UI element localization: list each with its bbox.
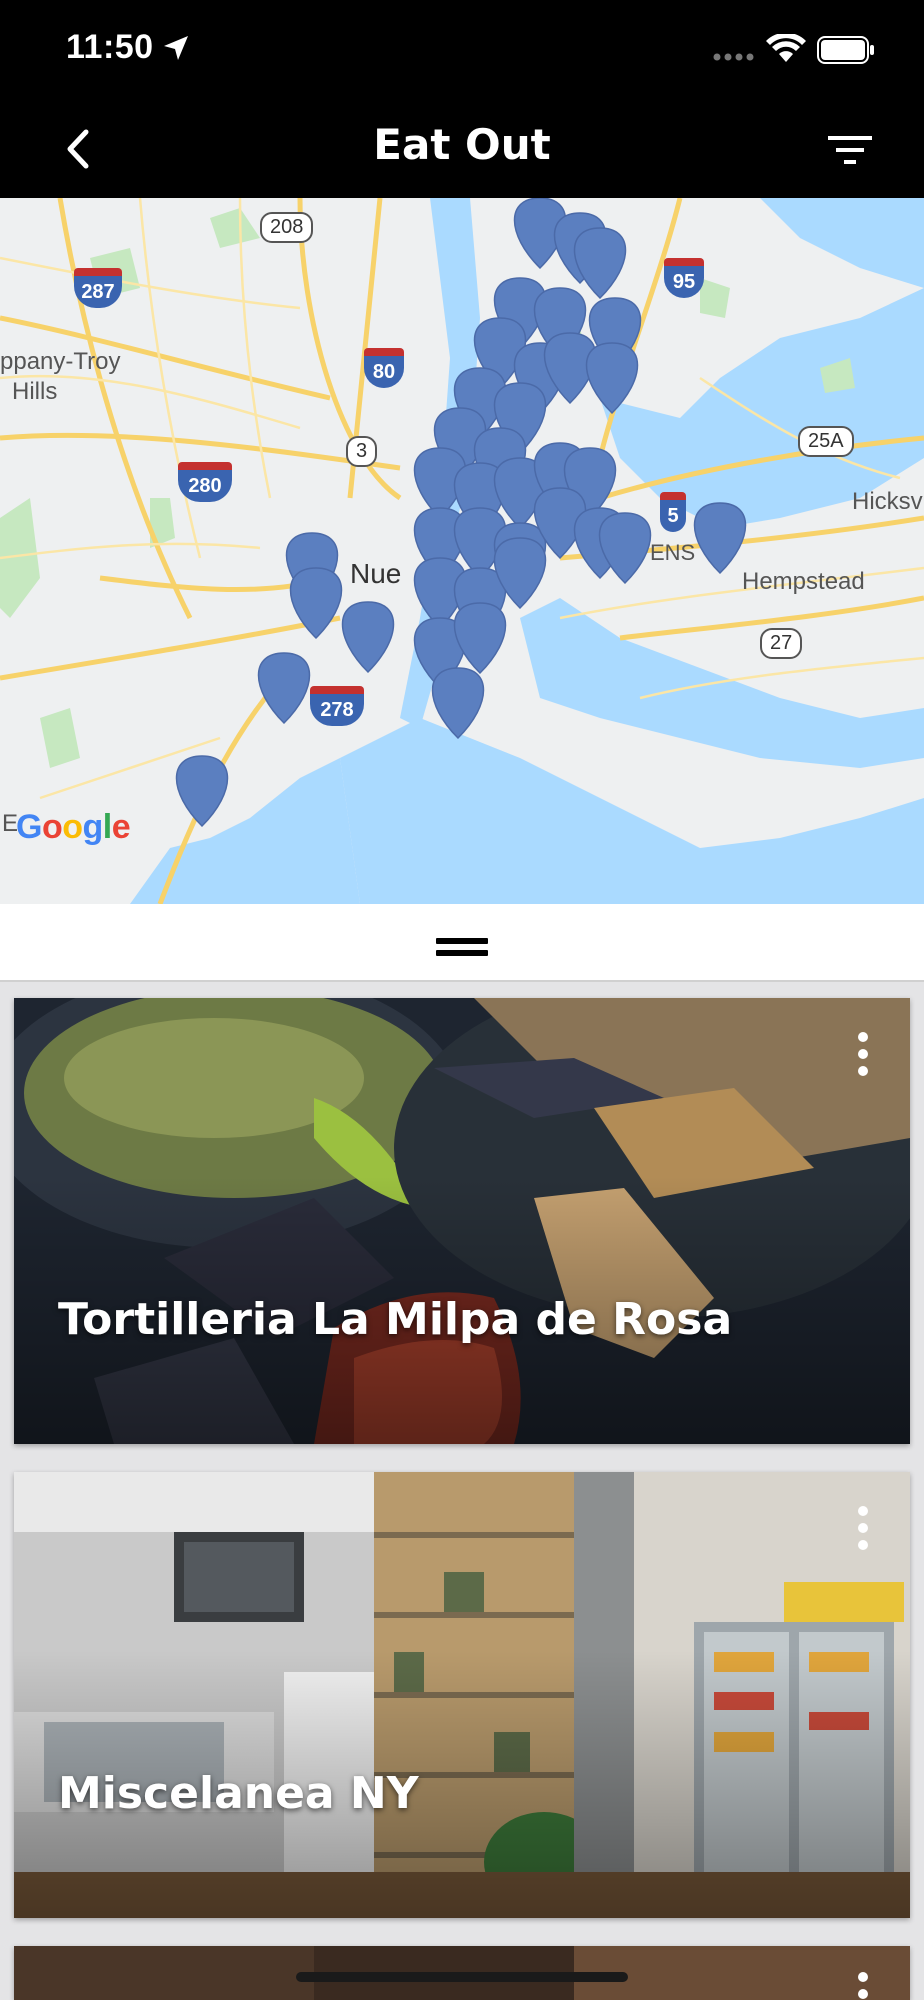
route-25a-shield: 25A <box>798 426 854 457</box>
card-more-options-icon[interactable] <box>858 1506 870 1554</box>
drag-handle-icon[interactable] <box>436 938 488 958</box>
map-label-hempstead: Hempstead <box>742 568 865 595</box>
interstate-280-shield: 280 <box>178 462 232 502</box>
wifi-icon <box>766 34 806 62</box>
interstate-287-shield: 287 <box>74 268 122 308</box>
interstate-95-shield: 95 <box>664 258 704 298</box>
restaurant-photo <box>14 1472 910 1918</box>
route-27-shield: 27 <box>760 628 803 659</box>
restaurant-card[interactable]: Miscelanea NY <box>14 1472 910 1918</box>
interstate-495-shield: 5 <box>660 492 686 532</box>
map-label-hicksville: Hicksv <box>852 488 923 515</box>
card-more-options-icon[interactable] <box>858 1972 870 2000</box>
interstate-80-shield: 80 <box>364 348 404 388</box>
restaurant-name: Miscelanea NY <box>58 1768 419 1819</box>
sheet-drag-bar[interactable] <box>0 904 924 982</box>
restaurant-map[interactable]: ppany-Troy Hills Nue ENS Hempstead Hicks… <box>0 198 924 904</box>
map-canvas <box>0 198 924 904</box>
map-label-newark: Nue <box>350 558 402 589</box>
route-3-shield: 3 <box>346 436 378 467</box>
status-bar: 11:50 <box>0 0 924 100</box>
filter-icon[interactable] <box>828 130 872 170</box>
restaurant-name: Tortilleria La Milpa de Rosa <box>58 1294 733 1345</box>
location-arrow-icon <box>164 36 188 60</box>
map-label-hills: Hills <box>12 378 58 405</box>
restaurant-photo <box>14 998 910 1444</box>
map-label-parsippany: ppany-Troy <box>0 348 121 375</box>
status-time: 11:50 <box>66 28 154 66</box>
interstate-278-shield: 278 <box>310 686 364 726</box>
page-title: Eat Out <box>373 120 551 169</box>
navigation-bar: Eat Out <box>0 100 924 198</box>
map-label-queens: ENS <box>650 540 696 565</box>
restaurant-card[interactable]: Tortilleria La Milpa de Rosa <box>14 998 910 1444</box>
card-more-options-icon[interactable] <box>858 1032 870 1080</box>
signal-icon <box>713 53 754 61</box>
route-208-shield: 208 <box>260 212 314 243</box>
google-logo: Google <box>16 808 131 846</box>
home-indicator <box>296 1972 628 1982</box>
battery-icon <box>817 36 874 64</box>
